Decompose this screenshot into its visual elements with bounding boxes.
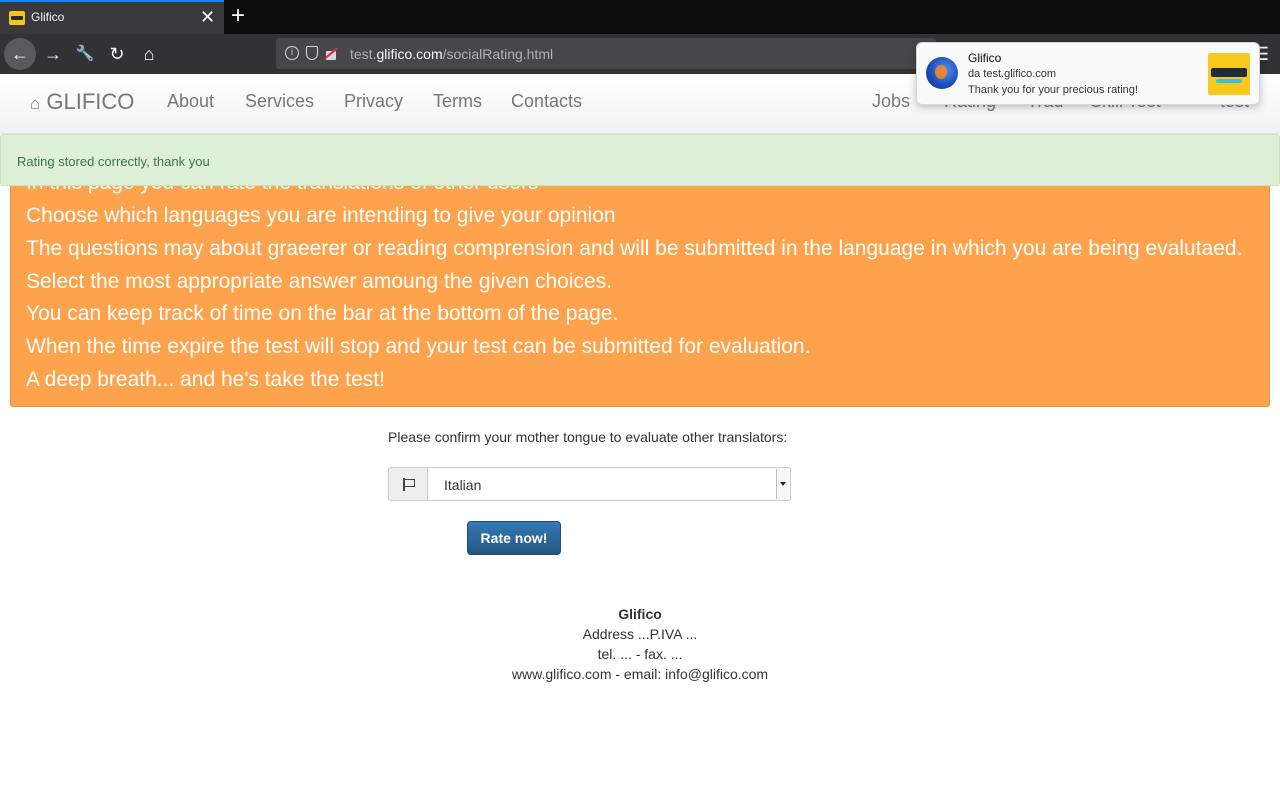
glifico-favicon-icon (9, 11, 25, 25)
new-tab-icon[interactable]: + (231, 3, 245, 29)
url-path: /socialRating.html (442, 46, 554, 62)
tab-strip: Glifico ✕ + (0, 0, 1280, 34)
footer-address: Address ...P.IVA ... (582, 626, 698, 642)
reload-icon[interactable]: ↻ (101, 38, 133, 70)
brand-name: GLIFICO (46, 89, 135, 114)
tab-title: Glifico (31, 10, 65, 24)
flag-icon (403, 478, 415, 491)
language-addon (388, 467, 428, 501)
mother-tongue-prompt: Please confirm your mother tongue to eva… (388, 429, 788, 445)
rate-now-button[interactable]: Rate now! (467, 521, 561, 555)
instructions-panel: In this page you can rate the translatio… (10, 150, 1270, 407)
back-arrow-icon[interactable]: ← (4, 38, 36, 70)
instruction-line: Choose which languages you are intending… (26, 204, 616, 227)
wrench-icon[interactable]: 🔧 (69, 38, 101, 70)
nav-link-privacy[interactable]: Privacy (344, 91, 403, 112)
success-alert: Rating stored correctly, thank you (0, 134, 1280, 186)
info-icon[interactable]: i (285, 46, 299, 60)
footer-web: www.glifico.com - email: info@glifico.co… (511, 666, 769, 682)
browser-tab[interactable]: Glifico ✕ (0, 0, 224, 34)
language-select-value: Italian (444, 477, 482, 493)
language-select[interactable]: Italian (427, 467, 791, 501)
firefox-logo-icon (926, 57, 958, 89)
nav-link-terms[interactable]: Terms (433, 91, 482, 112)
notification-body: Thank you for your precious rating! (968, 84, 1138, 96)
footer: Glifico Address ...P.IVA ... tel. ... - … (340, 604, 940, 684)
home-icon[interactable]: ⌂ (133, 38, 165, 70)
instruction-line: You can keep track of time on the bar at… (26, 302, 619, 325)
url-host: glifico.com (376, 46, 443, 62)
insecure-lock-icon[interactable] (325, 46, 337, 60)
nav-link-about[interactable]: About (167, 91, 214, 112)
nav-link-jobs[interactable]: Jobs (872, 91, 910, 112)
url-text[interactable]: test.glifico.com/socialRating.html (350, 46, 553, 62)
footer-company-name: Glifico (618, 606, 662, 622)
nav-link-contacts[interactable]: Contacts (511, 91, 582, 112)
instruction-line: A deep breath... and he's take the test! (26, 368, 385, 391)
instruction-line: The questions may about graeerer or read… (26, 237, 1243, 293)
url-subdomain: test. (350, 46, 377, 62)
desktop-notification[interactable]: Glifico da test.glifico.com Thank you fo… (916, 42, 1260, 105)
shield-icon[interactable] (306, 46, 318, 60)
glifico-logo-icon (1208, 53, 1250, 95)
footer-phone: tel. ... - fax. ... (597, 646, 683, 662)
brand-link[interactable]: ⌂ GLIFICO (30, 89, 134, 115)
notification-origin: da test.glifico.com (968, 68, 1057, 80)
instruction-line: When the time expire the test will stop … (26, 335, 811, 358)
close-tab-icon[interactable]: ✕ (200, 7, 215, 27)
nav-link-services[interactable]: Services (245, 91, 314, 112)
chevron-down-icon[interactable] (776, 469, 789, 499)
language-select-group: Italian (388, 467, 791, 501)
address-bar[interactable]: i test.glifico.com/socialRating.html (276, 38, 936, 69)
home-icon: ⌂ (30, 94, 41, 113)
forward-arrow-icon[interactable]: → (37, 38, 69, 70)
success-alert-text: Rating stored correctly, thank you (17, 154, 210, 169)
notification-title: Glifico (968, 51, 1002, 65)
